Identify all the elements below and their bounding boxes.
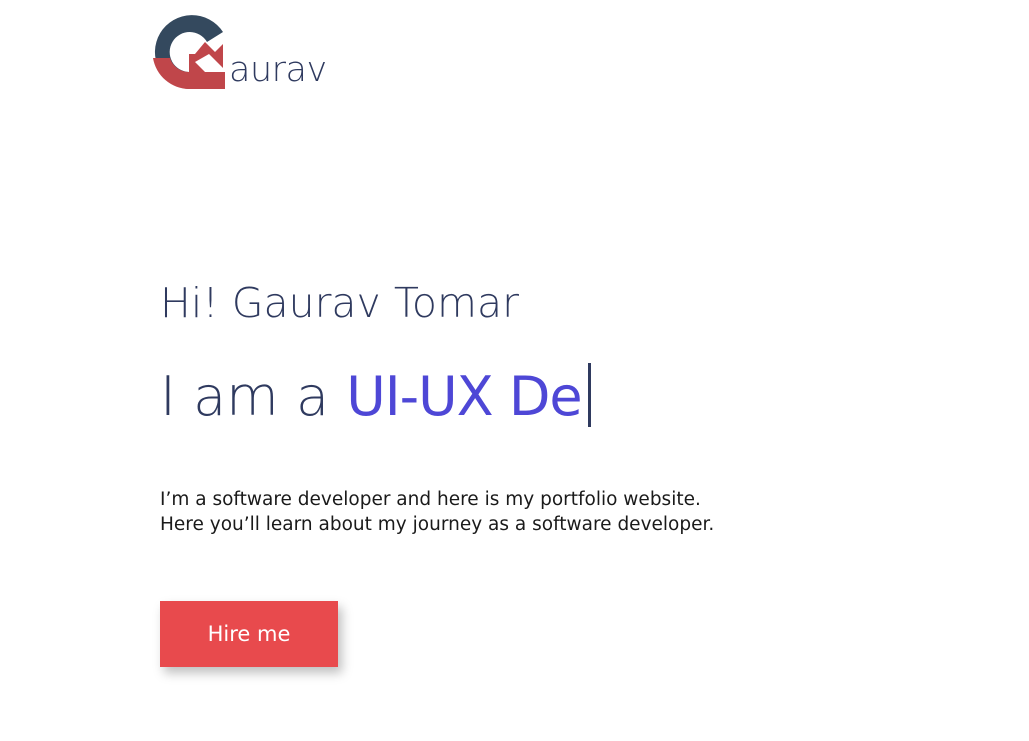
hire-me-button[interactable]: Hire me bbox=[160, 601, 338, 667]
logo-text: aurav bbox=[229, 50, 327, 90]
role-typed-text: UI-UX De bbox=[346, 365, 582, 428]
intro-paragraph: I’m a software developer and here is my … bbox=[160, 489, 715, 535]
role-typewriter: I am a UI-UX De bbox=[160, 362, 591, 432]
greeting-heading: Hi! Gaurav Tomar bbox=[160, 279, 519, 327]
site-logo[interactable]: aurav bbox=[149, 12, 349, 94]
typing-cursor bbox=[587, 363, 591, 427]
role-prefix: I am a bbox=[160, 365, 347, 428]
logo-g-icon bbox=[153, 15, 225, 89]
